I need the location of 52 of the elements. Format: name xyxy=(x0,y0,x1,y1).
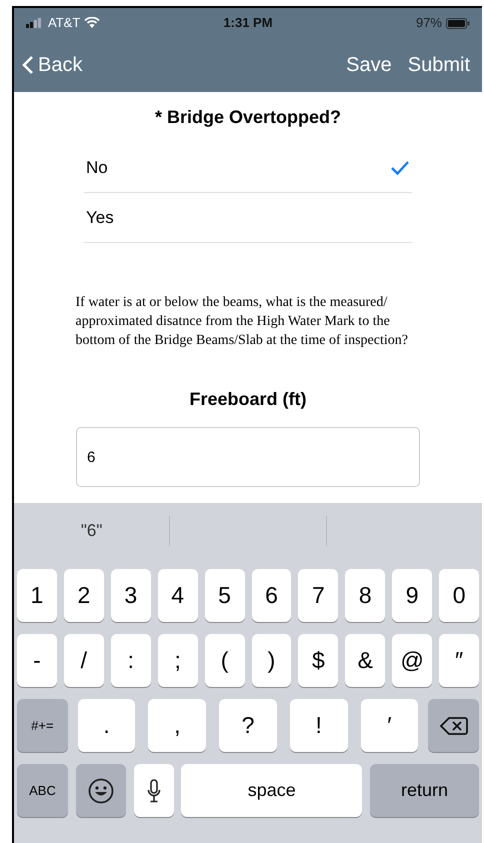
suggestion[interactable]: "6" xyxy=(80,518,102,544)
chevron-left-icon xyxy=(22,55,34,75)
keyboard-key[interactable]: 7 xyxy=(298,569,338,622)
keyboard-key[interactable]: 8 xyxy=(345,569,386,622)
microphone-key[interactable] xyxy=(134,764,174,817)
keyboard-key[interactable]: $ xyxy=(298,634,338,687)
keyboard-key[interactable]: 9 xyxy=(392,569,432,622)
keyboard-key[interactable]: 1 xyxy=(17,569,57,622)
keyboard-key[interactable]: ABC xyxy=(17,764,68,817)
question-title: * Bridge Overtopped? xyxy=(154,106,342,129)
input-field[interactable]: 6 xyxy=(76,427,420,487)
return-key[interactable]: return xyxy=(370,764,479,817)
keyboard-key[interactable]: ( xyxy=(204,634,245,687)
keyboard-key[interactable]: 2 xyxy=(64,569,104,622)
back-button[interactable]: Back xyxy=(22,50,82,80)
battery-icon xyxy=(446,18,470,28)
keyboard-key[interactable]: ″ xyxy=(439,634,480,687)
keyboard-key[interactable]: 5 xyxy=(204,569,245,622)
battery-percent: 97% xyxy=(416,14,442,32)
keyboard-key[interactable]: . xyxy=(78,699,136,752)
keyboard-key[interactable]: & xyxy=(345,634,386,687)
option-row[interactable]: No xyxy=(84,143,412,193)
keyboard-key[interactable]: ) xyxy=(252,634,292,687)
keyboard-key[interactable]: ′ xyxy=(360,699,418,752)
keyboard-key[interactable]: 3 xyxy=(110,569,151,622)
carrier-label: AT&T xyxy=(48,14,80,32)
keyboard-key[interactable]: ? xyxy=(219,699,277,752)
keyboard-key[interactable]: : xyxy=(110,634,151,687)
keyboard-key[interactable]: , xyxy=(148,699,206,752)
keyboard-key[interactable]: ; xyxy=(158,634,198,687)
clock-time: 1:31 PM xyxy=(223,15,273,30)
keyboard-key[interactable]: / xyxy=(64,634,104,687)
keyboard-key[interactable]: 4 xyxy=(158,569,198,622)
emoji-icon xyxy=(88,778,114,804)
keyboard-key[interactable]: @ xyxy=(392,634,432,687)
emoji-key[interactable] xyxy=(76,764,126,817)
keyboard-key[interactable]: 0 xyxy=(439,569,480,622)
keyboard-key[interactable]: ! xyxy=(290,699,348,752)
option-row[interactable]: Yes xyxy=(84,193,412,243)
delete-key[interactable] xyxy=(428,699,479,752)
keyboard-key[interactable]: 6 xyxy=(252,569,292,622)
header-action-button[interactable]: Submit xyxy=(408,50,470,80)
keyboard-key[interactable]: - xyxy=(17,634,57,687)
space-key[interactable]: space xyxy=(181,764,362,817)
wifi-icon xyxy=(84,17,100,29)
keyboard-key[interactable]: #+= xyxy=(17,699,68,752)
help-text: If water is at or below the beams, what is the measured/ approximated disatnce from the High Water Mark to the bottom of the Bridge Beams/Slab at the time of inspection? xyxy=(76,294,409,350)
signal-icon xyxy=(26,18,44,28)
backspace-icon xyxy=(440,716,468,736)
field-label: Freeboard (ft) xyxy=(190,388,306,411)
header-action-button[interactable]: Save xyxy=(346,50,392,80)
microphone-icon xyxy=(146,778,160,802)
